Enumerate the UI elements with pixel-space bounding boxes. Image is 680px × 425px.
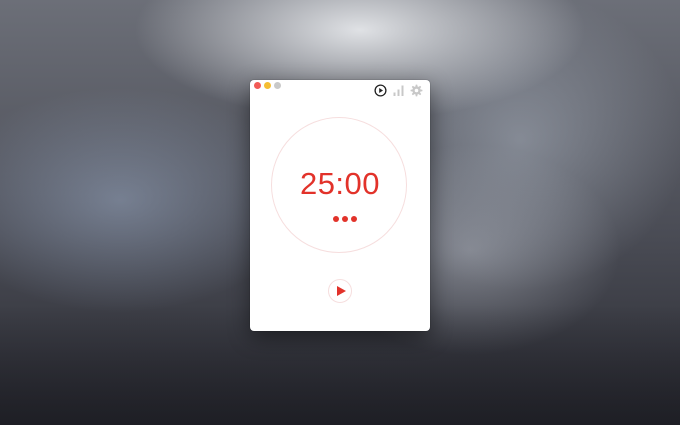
bar-chart-icon[interactable]	[392, 84, 405, 97]
title-bar	[250, 80, 430, 100]
play-circle-icon[interactable]	[374, 84, 387, 97]
zoom-button[interactable]	[274, 82, 281, 89]
session-dot	[351, 216, 357, 222]
close-button[interactable]	[254, 82, 261, 89]
play-icon	[337, 286, 346, 296]
pomodoro-window: 25:00	[250, 80, 430, 331]
time-display: 25:00	[299, 166, 381, 201]
session-dot	[342, 216, 348, 222]
minimize-button[interactable]	[264, 82, 271, 89]
gear-icon[interactable]	[410, 84, 423, 97]
play-button[interactable]	[328, 279, 352, 303]
session-dot	[333, 216, 339, 222]
session-indicator	[333, 216, 357, 222]
